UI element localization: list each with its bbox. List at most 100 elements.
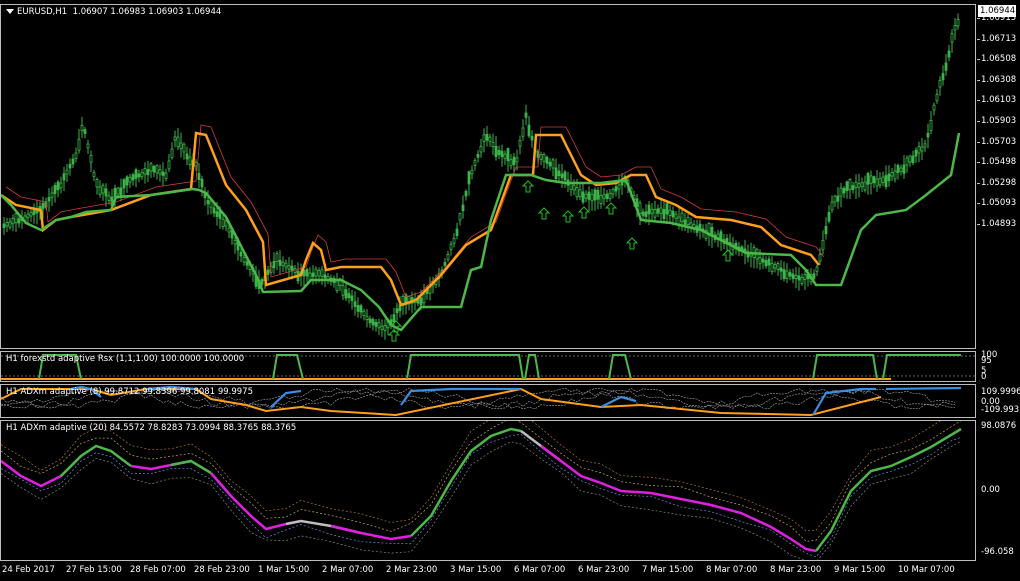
candle-body — [767, 258, 771, 266]
price-chart-pane[interactable]: EURUSD,H1 1.06907 1.06983 1.06903 1.0694… — [0, 4, 976, 349]
candle-body — [488, 136, 492, 142]
candle-body — [857, 183, 861, 188]
time-label: 1 Mar 15:00 — [258, 565, 310, 575]
time-label: 7 Mar 15:00 — [642, 565, 694, 575]
candle-body — [851, 185, 855, 191]
axis-tick — [977, 79, 980, 81]
price-axis-label: 1.05903 — [981, 116, 1017, 126]
adx8-indicator-pane[interactable]: H1 ADXm adaptive (8) 99.8712 99.8396 99.… — [0, 384, 976, 418]
time-label: 9 Mar 15:00 — [834, 565, 886, 575]
symbol-label: EURUSD,H1 — [17, 7, 68, 17]
time-label: 8 Mar 07:00 — [706, 565, 758, 575]
candle-body — [317, 270, 321, 277]
candle-body — [890, 172, 894, 177]
candle-body — [26, 213, 30, 218]
candle-body — [206, 200, 210, 205]
candle-body — [479, 145, 483, 153]
candle-body — [359, 305, 363, 313]
rsx-green-line — [882, 354, 961, 380]
candle-body — [131, 174, 135, 181]
adx20-indicator-pane[interactable]: H1 ADXm adaptive (20) 84.5572 78.8283 73… — [0, 420, 976, 561]
candle-body — [71, 158, 75, 165]
candle-body — [281, 261, 285, 267]
candle-body — [581, 191, 585, 203]
candle-body — [551, 159, 555, 169]
time-label: 6 Mar 23:00 — [578, 565, 630, 575]
candle-body — [842, 187, 846, 194]
candle-body — [341, 285, 345, 296]
candle-body — [290, 265, 294, 271]
adx20-label-zero: 0.00 — [981, 485, 1000, 495]
candle-body — [209, 200, 213, 208]
candle-body — [113, 188, 117, 198]
rsx-indicator-pane[interactable]: H1 forexstd adaptive Rsx (1,1,1.00) 100.… — [0, 351, 976, 382]
adx20-green-line — [170, 459, 212, 475]
candle-body — [902, 164, 906, 174]
candle-body — [221, 218, 225, 227]
candle-body — [668, 210, 672, 216]
current-price-label: 1.06944 — [978, 5, 1016, 17]
candle-body — [53, 184, 57, 194]
candle-body — [83, 129, 87, 134]
candle-body — [155, 165, 159, 174]
candle-body — [476, 153, 480, 158]
candle-body — [473, 160, 477, 166]
candle-body — [557, 170, 561, 176]
candle-body — [554, 167, 558, 180]
buy-arrow-icon — [721, 249, 735, 262]
signal-line-red — [5, 124, 825, 298]
adx8-label-bottom: -109.9933 — [981, 405, 1020, 415]
candle-body — [128, 176, 132, 183]
candle-body — [278, 259, 282, 266]
candle-body — [5, 222, 9, 227]
candle-body — [485, 133, 489, 141]
candle-body — [794, 274, 798, 279]
candle-body — [182, 143, 186, 153]
time-label: 6 Mar 07:00 — [514, 565, 566, 575]
candle-body — [527, 124, 531, 137]
candle-body — [539, 154, 543, 160]
adx20-green-line — [815, 427, 962, 552]
candle-body — [785, 270, 789, 279]
rsx-green-line — [524, 354, 540, 380]
price-plot — [1, 13, 961, 342]
candle-body — [173, 136, 177, 141]
candle-body — [605, 193, 609, 199]
candle-body — [260, 279, 264, 285]
buy-arrow-icon — [521, 180, 535, 193]
candle-body — [863, 181, 867, 191]
candle-body — [170, 148, 174, 158]
adx8-title: H1 ADXm adaptive (8) 99.8712 99.8396 99.… — [6, 387, 253, 397]
price-axis-label: 1.05093 — [981, 198, 1017, 209]
candle-body — [41, 202, 45, 209]
candle-body — [866, 172, 870, 185]
candle-body — [119, 187, 123, 198]
candle-body — [860, 182, 864, 187]
candle-body — [923, 143, 927, 148]
time-axis: 24 Feb 2017 27 Feb 15:00 28 Feb 07:00 28… — [0, 562, 976, 581]
candle-body — [419, 297, 423, 306]
candle-body — [947, 50, 951, 58]
candle-body — [311, 272, 315, 277]
price-axis-label: 1.06103 — [981, 95, 1017, 106]
candle-body — [953, 25, 957, 31]
rsx-green-line — [812, 354, 878, 380]
candle-body — [356, 304, 360, 312]
candle-body — [305, 268, 309, 277]
candle-body — [194, 161, 198, 167]
candle-body — [350, 295, 354, 302]
adx8-blue-line — [270, 389, 302, 408]
adx8-blue-line — [400, 387, 521, 406]
candle-body — [758, 257, 762, 265]
dropdown-triangle-icon[interactable] — [6, 9, 14, 14]
candle-body — [275, 253, 279, 262]
candle-body — [611, 189, 615, 195]
candle-body — [68, 163, 72, 169]
candle-body — [179, 142, 183, 149]
candle-body — [239, 251, 243, 257]
candle-body — [86, 143, 90, 149]
candle-body — [644, 211, 648, 218]
buy-arrow-icon — [604, 202, 618, 215]
axis-tick — [977, 121, 980, 122]
candle-body — [392, 314, 396, 323]
